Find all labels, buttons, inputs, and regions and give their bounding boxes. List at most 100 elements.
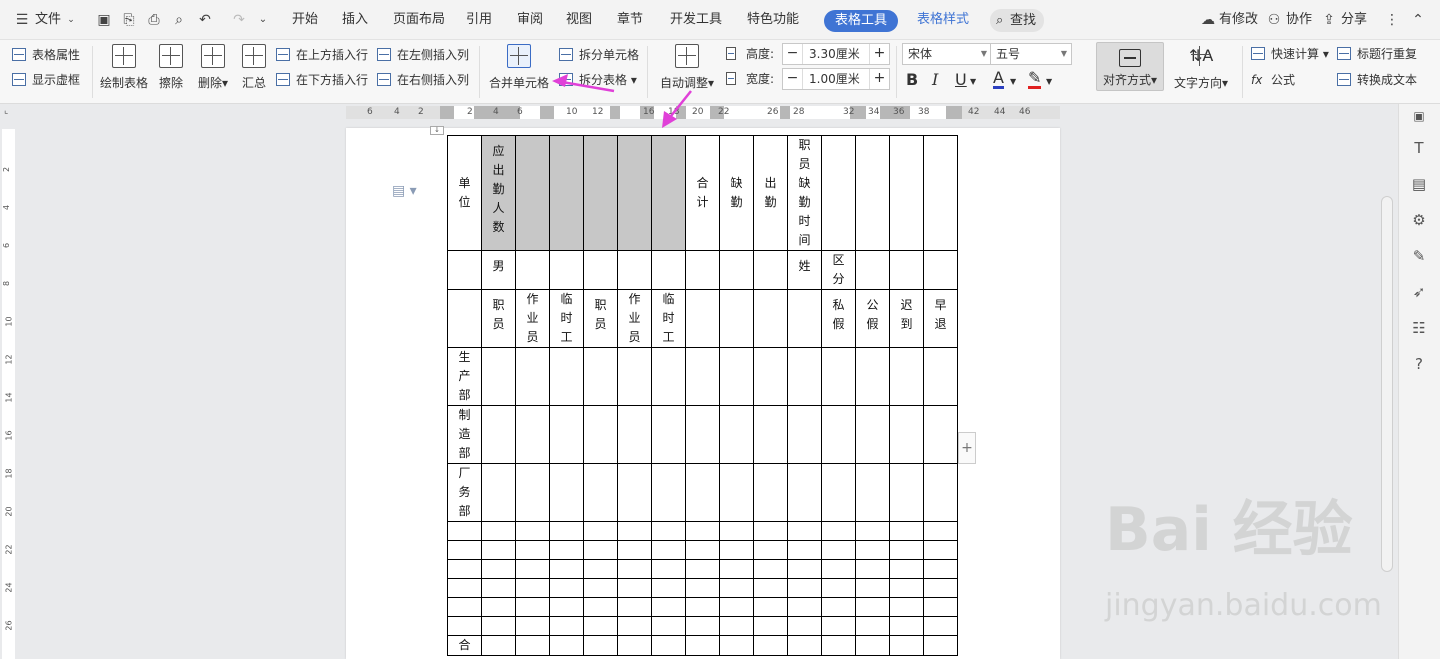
table-cell[interactable]: [889, 635, 924, 656]
table-cell[interactable]: [821, 347, 856, 406]
tab-page-layout[interactable]: 页面布局: [393, 0, 445, 40]
table-cell[interactable]: [855, 521, 890, 541]
chevron-down-icon[interactable]: ⌄: [66, 12, 76, 28]
table-cell[interactable]: [821, 559, 856, 579]
table-cell[interactable]: 职员缺勤时间: [787, 135, 822, 251]
table-cell[interactable]: [787, 289, 822, 348]
table-cell[interactable]: [583, 521, 618, 541]
height-increase-button[interactable]: +: [869, 44, 889, 64]
table-cell[interactable]: [515, 559, 550, 579]
table-cell[interactable]: [447, 616, 482, 636]
chevron-down-icon[interactable]: ▼: [1046, 72, 1052, 92]
formula-button[interactable]: fx 公式: [1251, 70, 1295, 90]
table-cell[interactable]: [481, 521, 516, 541]
table-cell[interactable]: [923, 616, 958, 636]
table-cell[interactable]: [923, 347, 958, 406]
table-cell[interactable]: [583, 540, 618, 560]
table-cell[interactable]: [447, 540, 482, 560]
table-cell[interactable]: [753, 616, 788, 636]
table-cell[interactable]: [855, 540, 890, 560]
quick-calc-button[interactable]: 快速计算 ▾: [1251, 44, 1329, 64]
table-cell[interactable]: [923, 405, 958, 464]
table-cell[interactable]: [821, 578, 856, 598]
chevron-down-icon[interactable]: ▼: [1010, 72, 1016, 92]
table-cell[interactable]: [515, 521, 550, 541]
italic-button[interactable]: I: [932, 70, 938, 90]
table-cell-selected[interactable]: [549, 135, 584, 251]
table-cell[interactable]: [651, 559, 686, 579]
table-cell[interactable]: [617, 463, 652, 522]
table-cell[interactable]: [481, 616, 516, 636]
table-cell[interactable]: [923, 521, 958, 541]
table-cell[interactable]: [923, 135, 958, 251]
table-cell[interactable]: [685, 616, 720, 636]
convert-to-text-button[interactable]: 转换成文本: [1337, 70, 1417, 90]
table-cell[interactable]: [549, 616, 584, 636]
table-cell[interactable]: [617, 635, 652, 656]
table-cell[interactable]: 合计: [685, 135, 720, 251]
width-increase-button[interactable]: +: [869, 69, 889, 89]
table-cell[interactable]: [787, 559, 822, 579]
table-cell[interactable]: [889, 578, 924, 598]
preview-icon[interactable]: ⌕: [171, 12, 187, 28]
font-family-select[interactable]: 宋体 ▼: [902, 43, 992, 65]
tab-references[interactable]: 引用: [466, 0, 492, 40]
table-cell[interactable]: [753, 405, 788, 464]
table-cell[interactable]: [549, 559, 584, 579]
table-cell[interactable]: [651, 578, 686, 598]
table-cell[interactable]: [685, 463, 720, 522]
summary-button[interactable]: 汇总: [239, 44, 269, 91]
table-cell[interactable]: [651, 635, 686, 656]
table-cell[interactable]: [787, 540, 822, 560]
modified-status[interactable]: 有修改: [1219, 0, 1258, 40]
table-cell[interactable]: [889, 405, 924, 464]
table-cell[interactable]: [685, 635, 720, 656]
table-cell[interactable]: [617, 578, 652, 598]
font-size-select[interactable]: 五号 ▼: [990, 43, 1072, 65]
table-cell[interactable]: [923, 578, 958, 598]
table-cell[interactable]: [889, 540, 924, 560]
table-cell[interactable]: [515, 616, 550, 636]
horizontal-ruler[interactable]: 6 4 2 2 4 6 10 12 16 18 20 22 26 28 32 3…: [0, 104, 1398, 121]
table-cell[interactable]: [685, 521, 720, 541]
table-cell-selected[interactable]: 应出勤人数: [481, 135, 516, 251]
more-icon[interactable]: ⋮: [1385, 12, 1399, 28]
table-cell[interactable]: 职员: [481, 289, 516, 348]
table-cell[interactable]: [787, 405, 822, 464]
table-cell[interactable]: [855, 616, 890, 636]
table-cell[interactable]: [549, 597, 584, 617]
table-cell[interactable]: 合: [447, 635, 482, 656]
table-cell[interactable]: [617, 559, 652, 579]
tab-insert[interactable]: 插入: [342, 0, 368, 40]
insert-row-above-button[interactable]: 在上方插入行: [276, 45, 368, 65]
table-cell[interactable]: [719, 463, 754, 522]
table-cell[interactable]: [753, 597, 788, 617]
table-cell[interactable]: [515, 578, 550, 598]
table-cell[interactable]: [515, 597, 550, 617]
table-cell[interactable]: [651, 540, 686, 560]
table-cell[interactable]: [753, 578, 788, 598]
table-cell[interactable]: [787, 578, 822, 598]
table-cell[interactable]: [923, 559, 958, 579]
height-decrease-button[interactable]: −: [783, 44, 803, 64]
auto-fit-button[interactable]: 自动调整▾: [656, 44, 718, 91]
table-cell[interactable]: [515, 540, 550, 560]
vertical-ruler[interactable]: 2 4 6 8 10 12 14 16 18 20 22 24 26: [0, 121, 17, 659]
table-cell[interactable]: [651, 347, 686, 406]
chevron-down-icon[interactable]: ▼: [970, 72, 976, 92]
table-cell[interactable]: 出勤: [753, 135, 788, 251]
insert-col-right-button[interactable]: 在右侧插入列: [377, 70, 469, 90]
table-cell[interactable]: 私假: [821, 289, 856, 348]
table-cell[interactable]: [889, 347, 924, 406]
table-cell[interactable]: [787, 463, 822, 522]
table-cell[interactable]: [515, 635, 550, 656]
table-cell[interactable]: [617, 521, 652, 541]
table-cell-selected[interactable]: [515, 135, 550, 251]
table-cell[interactable]: [447, 559, 482, 579]
table-cell[interactable]: [583, 347, 618, 406]
table-cell[interactable]: 迟到: [889, 289, 924, 348]
collab-button[interactable]: 协作: [1286, 0, 1312, 40]
table-cell[interactable]: 作业员: [515, 289, 550, 348]
share-button[interactable]: 分享: [1341, 0, 1367, 40]
table-cell[interactable]: [549, 540, 584, 560]
